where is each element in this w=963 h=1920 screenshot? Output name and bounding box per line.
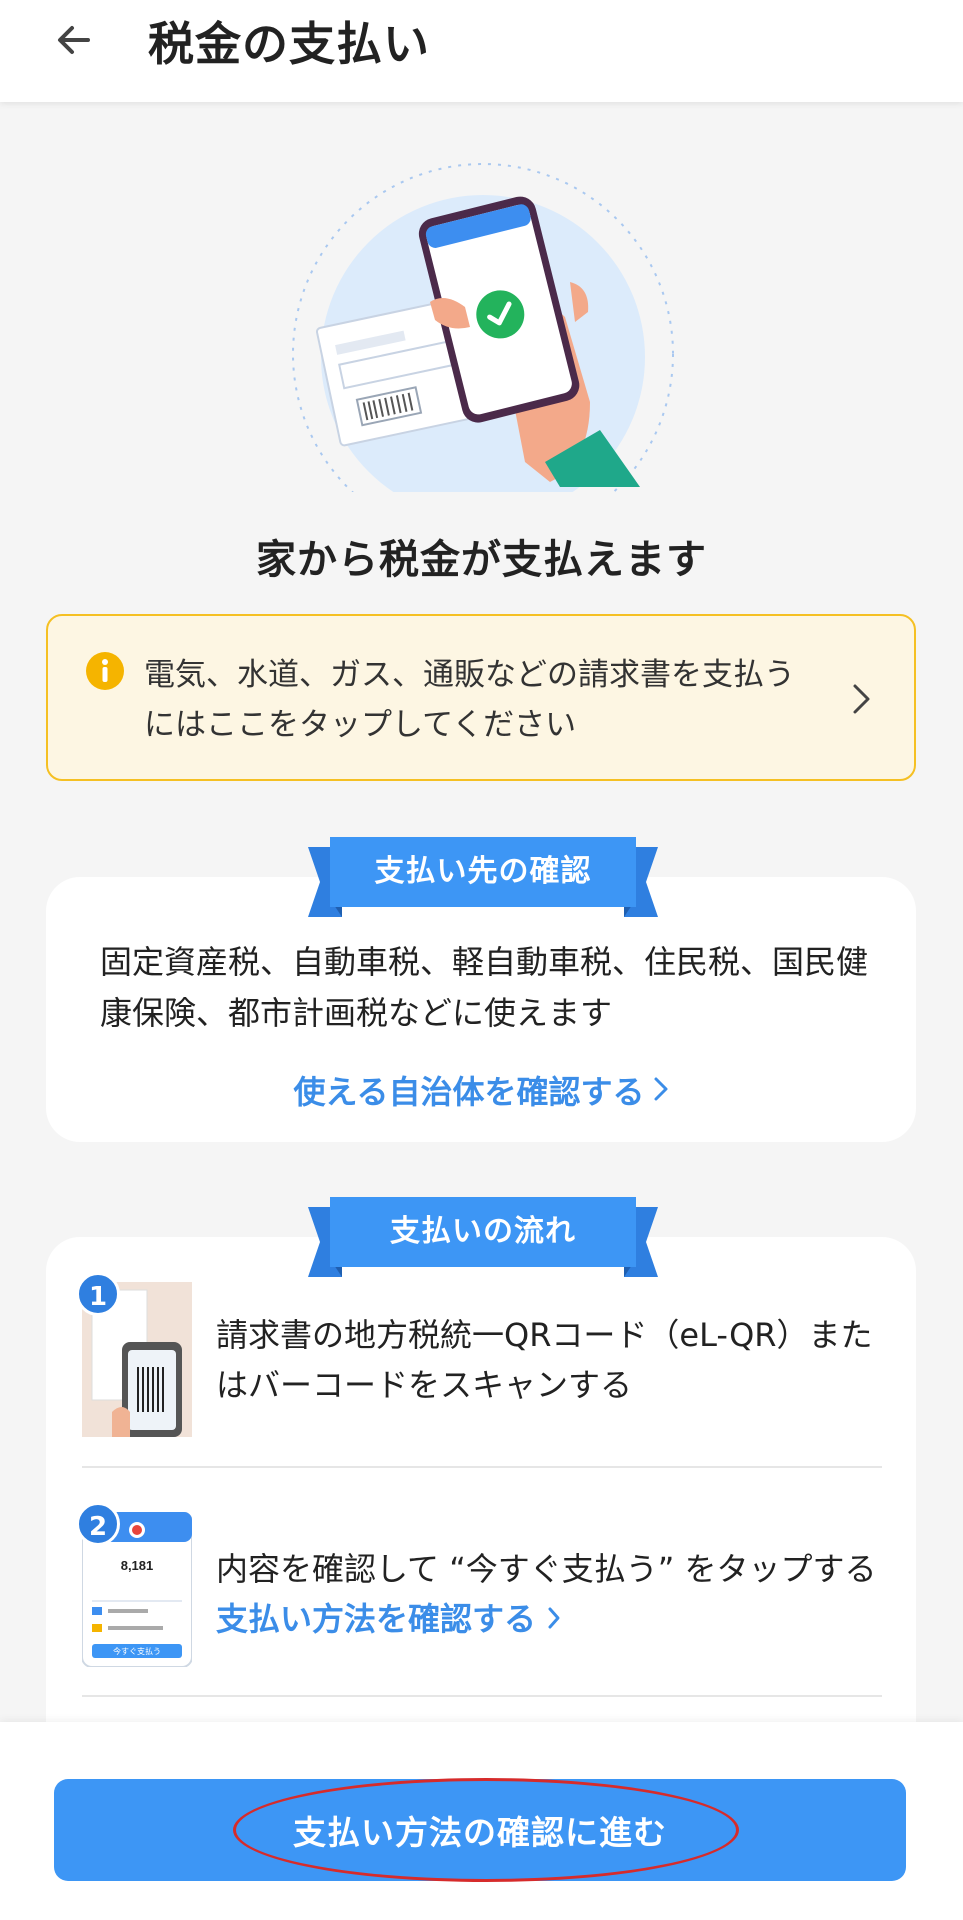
step-text: 内容を確認して “今すぐ支払う” をタップする	[216, 1550, 877, 1588]
check-municipalities-link[interactable]: 使える自治体を確認する	[46, 1067, 916, 1113]
flow-step-1: 1 請求書の地方税統一QRコード（eL-QR）またはバーコードをスキャンする	[76, 1272, 882, 1452]
utility-bill-notice[interactable]: 電気、水道、ガス、通販などの請求書を支払うにはここをタップしてください	[46, 614, 916, 781]
step-number-badge: 1	[76, 1272, 120, 1316]
thumb-amount: 8,181	[121, 1558, 154, 1573]
notice-text: 電気、水道、ガス、通販などの請求書を支払うにはここをタップしてください	[144, 657, 795, 743]
hero-illustration	[290, 162, 680, 545]
section-ribbon-destination: 支払い先の確認	[308, 837, 658, 917]
flow-step-2: 8,181 今すぐ支払う 2 内容を確認して “今すぐ支払う” をタップする 支…	[76, 1502, 882, 1682]
supported-taxes-text: 固定資産税、自動車税、軽自動車税、住民税、国民健康保険、都市計画税などに使えます	[100, 943, 869, 1032]
check-municipalities-label: 使える自治体を確認する	[293, 1073, 645, 1111]
info-icon	[86, 652, 124, 690]
step-divider	[82, 1466, 882, 1468]
ribbon-label: 支払いの流れ	[390, 1214, 576, 1249]
app-header: 税金の支払い	[0, 0, 963, 102]
step-text: 請求書の地方税統一QRコード（eL-QR）またはバーコードをスキャンする	[216, 1316, 873, 1404]
proceed-to-payment-method-button[interactable]: 支払い方法の確認に進む	[54, 1779, 906, 1881]
step-divider	[82, 1695, 882, 1697]
chevron-right-icon	[653, 1073, 669, 1111]
check-payment-methods-label: 支払い方法を確認する	[216, 1600, 537, 1638]
check-payment-methods-link[interactable]: 支払い方法を確認する	[216, 1594, 896, 1644]
step-text-block: 内容を確認して “今すぐ支払う” をタップする 支払い方法を確認する	[216, 1544, 896, 1644]
back-button[interactable]	[44, 10, 104, 70]
chevron-right-icon	[548, 1607, 560, 1629]
hero-headline: 家から税金が支払えます	[256, 537, 707, 583]
content-scroll-area[interactable]: 家から税金が支払えます 電気、水道、ガス、通販などの請求書を支払うにはここをタッ…	[0, 102, 963, 1722]
chevron-right-icon	[853, 684, 870, 714]
page-title: 税金の支払い	[148, 17, 430, 71]
thumb-button: 今すぐ支払う	[113, 1646, 161, 1656]
section-ribbon-flow: 支払いの流れ	[308, 1197, 658, 1277]
arrow-left-icon	[58, 26, 90, 54]
step-number-badge: 2	[76, 1502, 120, 1546]
bottom-action-bar: 支払い方法の確認に進む	[0, 1722, 963, 1920]
ribbon-label: 支払い先の確認	[374, 854, 592, 889]
payment-flow-card: 1 請求書の地方税統一QRコード（eL-QR）またはバーコードをスキャンする 8…	[46, 1237, 916, 1722]
